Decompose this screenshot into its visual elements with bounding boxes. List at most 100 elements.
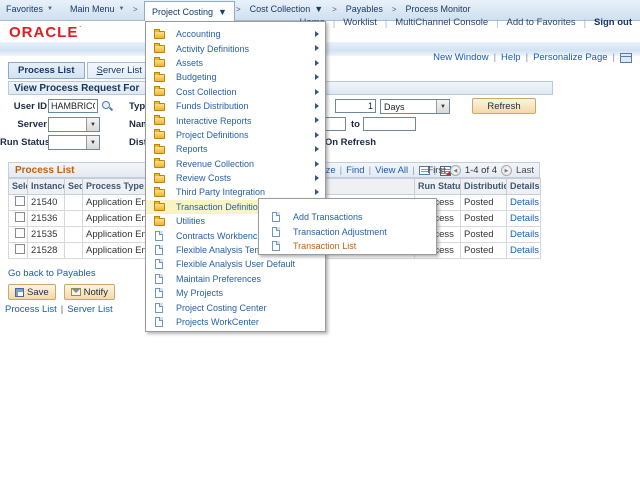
folder-icon <box>154 71 165 82</box>
menu-item-label: Accounting <box>176 29 221 40</box>
menu-item-label: Revenue Collection <box>176 158 255 169</box>
select-checkbox[interactable] <box>15 196 25 206</box>
menu-item[interactable]: Revenue Collection <box>146 157 325 171</box>
divider: | <box>60 304 64 315</box>
chevron-down-icon: ▼ <box>86 136 99 149</box>
details-link[interactable]: Details <box>510 197 539 208</box>
breadcrumb-project-costing-open[interactable]: Project Costing ▼ <box>144 1 235 21</box>
menu-item-label: Flexible Analysis User Default <box>176 259 296 270</box>
menu-item[interactable]: Assets <box>146 56 325 70</box>
breadcrumb-process-monitor[interactable]: Process Monitor <box>406 4 471 14</box>
menu-item[interactable]: Accounting <box>146 27 325 41</box>
add-to-favorites-link[interactable]: Add to Favorites <box>506 17 575 28</box>
menu-item[interactable]: My Projects <box>146 286 325 300</box>
menu-item[interactable]: Project Costing Center <box>146 300 325 314</box>
menu-item[interactable]: Interactive Reports <box>146 113 325 127</box>
menu-item[interactable]: Funds Distribution <box>146 99 325 113</box>
details-link[interactable]: Details <box>510 245 539 256</box>
process-list-link[interactable]: Process List <box>5 304 57 315</box>
cell-seq <box>64 242 83 259</box>
breadcrumb-separator: > <box>236 4 241 14</box>
run-status-label: Run Status <box>0 137 51 148</box>
column-header-instance: Instance <box>27 178 65 195</box>
refresh-button[interactable]: Refresh <box>472 98 536 114</box>
tab-server-list[interactable]: Server List <box>86 62 152 79</box>
select-checkbox[interactable] <box>15 228 25 238</box>
run-status-select[interactable]: ▼ <box>48 135 100 150</box>
menu-item[interactable]: Reports <box>146 142 325 156</box>
submenu-arrow-icon <box>315 74 319 81</box>
worklist-link[interactable]: Worklist <box>343 17 377 28</box>
submenu-item[interactable]: Transaction List <box>259 239 436 254</box>
breadcrumb-cost-collection[interactable]: Cost Collection ▼ <box>250 4 323 14</box>
document-icon <box>155 288 163 299</box>
user-id-input[interactable] <box>48 99 98 113</box>
menu-item[interactable]: Project Definitions <box>146 128 325 142</box>
cell-details: Details <box>506 194 541 211</box>
notify-button-label: Notify <box>83 286 108 298</box>
document-icon <box>155 273 163 284</box>
menu-item[interactable]: Flexible Analysis User Default <box>146 257 325 271</box>
divider: | <box>339 165 343 176</box>
select-checkbox[interactable] <box>15 244 25 254</box>
submenu-arrow-icon <box>315 174 319 181</box>
breadcrumb-separator: > <box>332 4 337 14</box>
breadcrumb-payables[interactable]: Payables <box>346 4 383 14</box>
divider: | <box>493 52 497 63</box>
next-page-icon[interactable]: ▶ <box>501 165 513 176</box>
server-select[interactable]: ▼ <box>48 117 100 132</box>
column-header-distribution-status: Distribution Status <box>460 178 507 195</box>
cell-seq <box>64 226 83 243</box>
breadcrumb-main-menu[interactable]: Main Menu ▼ <box>70 4 124 14</box>
breadcrumb-label: Process Monitor <box>405 4 471 14</box>
select-checkbox[interactable] <box>15 212 25 222</box>
menu-item[interactable]: Budgeting <box>146 70 325 84</box>
new-window-grid-icon[interactable] <box>620 52 632 63</box>
details-link[interactable]: Details <box>510 213 539 224</box>
user-id-lookup-icon[interactable] <box>101 100 113 112</box>
previous-page-icon[interactable]: ◀ <box>449 165 461 176</box>
details-link[interactable]: Details <box>510 229 539 240</box>
view-all-link[interactable]: View All <box>375 165 408 176</box>
page-action-links: New Window | Help | Personalize Page | <box>433 52 632 63</box>
transaction-definitions-submenu: Add Transactions Transaction Adjustment Tr… <box>258 198 437 255</box>
interval-select[interactable]: Days ▼ <box>380 99 450 114</box>
divider: | <box>332 17 336 28</box>
breadcrumb-favorites[interactable]: Favorites ▼ <box>6 4 53 14</box>
folder-icon <box>154 201 165 212</box>
chevron-down-icon: ▼ <box>118 6 125 12</box>
submenu-item-label: Transaction List <box>293 241 357 252</box>
menu-item[interactable]: Activity Definitions <box>146 41 325 55</box>
tab-process-list[interactable]: Process List <box>8 62 85 79</box>
menu-item[interactable]: Maintain Preferences <box>146 272 325 286</box>
sign-out-link[interactable]: Sign out <box>594 17 632 28</box>
go-back-link[interactable]: Go back to Payables <box>8 268 96 279</box>
menu-item[interactable]: Projects WorkCenter <box>146 315 325 329</box>
notify-button[interactable]: Notify <box>63 284 115 300</box>
document-icon <box>155 230 163 241</box>
breadcrumb-label: Cost Collection <box>249 4 311 14</box>
menu-item[interactable]: Review Costs <box>146 171 325 185</box>
personalize-page-link[interactable]: Personalize Page <box>533 52 607 63</box>
multichannel-console-link[interactable]: MultiChannel Console <box>395 17 488 28</box>
submenu-arrow-icon <box>315 88 319 95</box>
menu-item[interactable]: Cost Collection <box>146 85 325 99</box>
chevron-down-icon: ▼ <box>86 118 99 131</box>
new-window-link[interactable]: New Window <box>433 52 488 63</box>
menu-item-label: Contracts Workbench <box>176 230 263 241</box>
cell-details: Details <box>506 242 541 259</box>
folder-icon <box>154 158 165 169</box>
last-value-input[interactable] <box>335 99 376 113</box>
help-link[interactable]: Help <box>501 52 521 63</box>
divider: | <box>368 165 372 176</box>
submenu-item[interactable]: Add Transactions <box>259 210 436 225</box>
divider: | <box>384 17 388 28</box>
cell-select <box>8 210 28 227</box>
submenu-item[interactable]: Transaction Adjustment <box>259 225 436 240</box>
pagination-first-label: First <box>427 165 446 176</box>
menu-item-label: Review Costs <box>176 173 232 184</box>
save-button[interactable]: Save <box>8 284 56 300</box>
find-link[interactable]: Find <box>346 165 364 176</box>
server-list-link[interactable]: Server List <box>67 304 112 315</box>
instance-to-input[interactable] <box>363 117 416 131</box>
